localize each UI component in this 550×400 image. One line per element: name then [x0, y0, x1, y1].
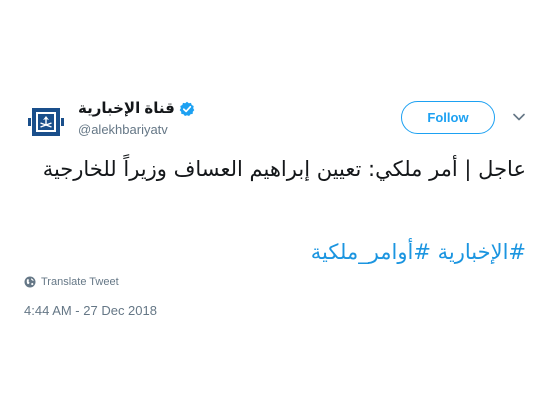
hashtag-link[interactable]: #أوامر_ملكية [311, 240, 431, 264]
tweet-hashtags: #الإخبارية #أوامر_ملكية [26, 237, 526, 267]
translate-tweet-link[interactable]: Translate Tweet [24, 276, 119, 288]
tweet-card: قناة الإخبارية @alekhbariyatv Follow عاج… [0, 0, 550, 400]
channel-logo-icon [22, 98, 70, 146]
account-names: قناة الإخبارية @alekhbariyatv [78, 100, 195, 138]
account-handle[interactable]: @alekhbariyatv [78, 122, 195, 138]
tweet-text: عاجل | أمر ملكي: تعيين إبراهيم العساف وز… [42, 157, 526, 181]
display-name[interactable]: قناة الإخبارية [78, 100, 175, 118]
verified-badge-icon [179, 101, 195, 117]
chevron-down-icon[interactable] [509, 107, 529, 127]
tweet-timestamp[interactable]: 4:44 AM - 27 Dec 2018 [24, 303, 157, 318]
follow-button[interactable]: Follow [401, 101, 495, 134]
globe-icon [24, 276, 36, 288]
name-row: قناة الإخبارية [78, 100, 195, 118]
avatar[interactable] [22, 98, 70, 146]
hashtag-link[interactable]: #الإخبارية [438, 240, 526, 264]
translate-label: Translate Tweet [41, 276, 119, 288]
